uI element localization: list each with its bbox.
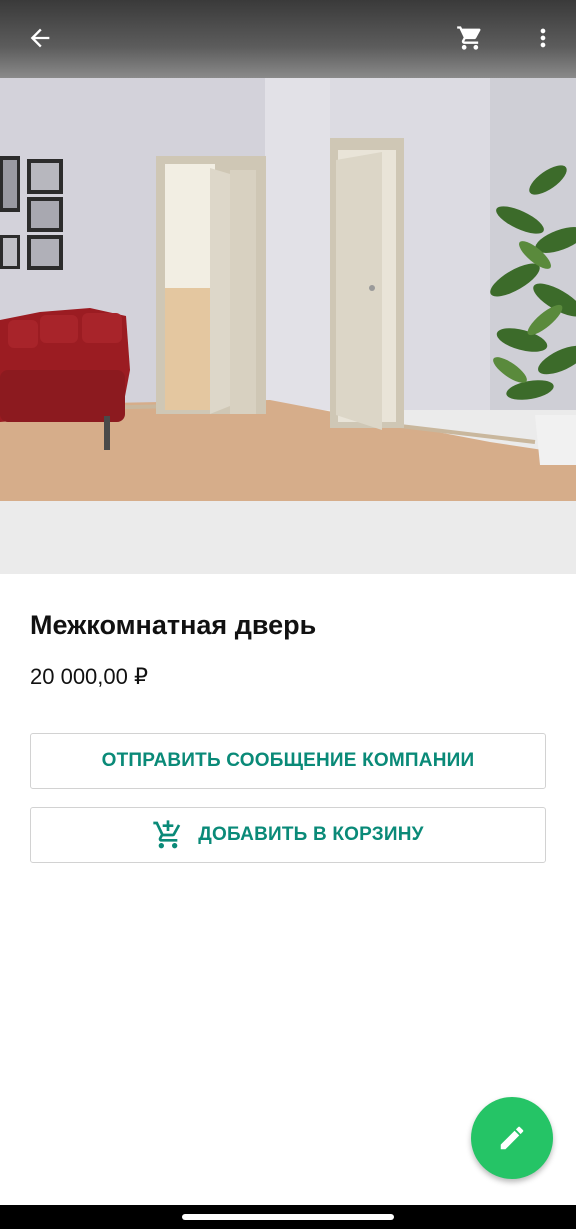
- product-screen: Межкомнатная дверь 20 000,00 ₽ ОТПРАВИТЬ…: [0, 0, 576, 1229]
- product-image-area[interactable]: [0, 0, 576, 574]
- add-to-cart-label: ДОБАВИТЬ В КОРЗИНУ: [198, 824, 424, 845]
- cart-button[interactable]: [446, 14, 494, 62]
- back-button[interactable]: [16, 14, 64, 62]
- more-options-button[interactable]: [519, 14, 567, 62]
- product-title: Межкомнатная дверь: [30, 610, 317, 640]
- add-shopping-cart-icon: [152, 819, 184, 851]
- more-vert-icon: [540, 28, 546, 48]
- product-image: [0, 70, 576, 501]
- app-bar: [0, 0, 576, 78]
- send-message-button[interactable]: ОТПРАВИТЬ СООБЩЕНИЕ КОМПАНИИ: [30, 733, 546, 789]
- product-details: Межкомнатная дверь 20 000,00 ₽: [30, 606, 546, 692]
- add-to-cart-button[interactable]: ДОБАВИТЬ В КОРЗИНУ: [30, 807, 546, 863]
- product-price: 20 000,00 ₽: [30, 664, 148, 689]
- system-nav-bar: [0, 1205, 576, 1229]
- edit-pencil-icon: [500, 1126, 524, 1150]
- send-message-label: ОТПРАВИТЬ СООБЩЕНИЕ КОМПАНИИ: [101, 750, 475, 771]
- shopping-cart-icon: [457, 26, 481, 50]
- arrow-back-icon: [30, 28, 50, 48]
- edit-fab[interactable]: [471, 1097, 553, 1179]
- home-indicator[interactable]: [182, 1214, 394, 1220]
